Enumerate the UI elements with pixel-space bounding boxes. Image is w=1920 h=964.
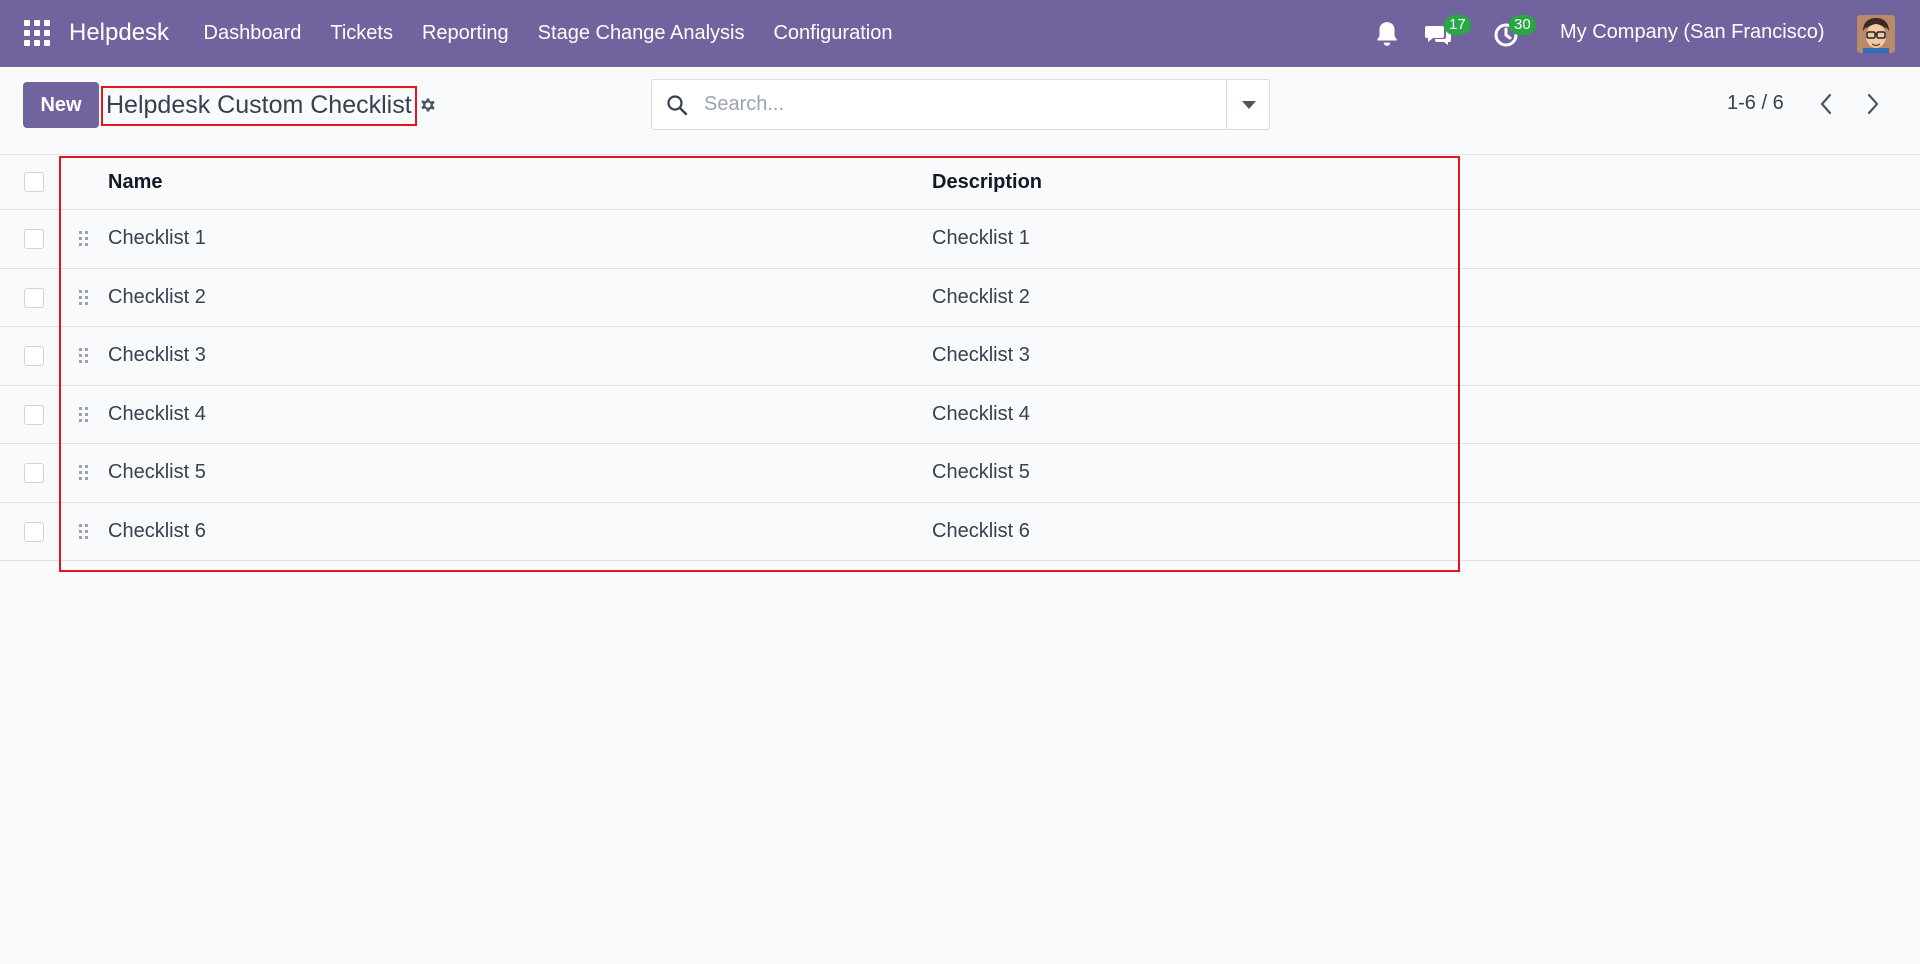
column-header-name[interactable]: Name xyxy=(108,171,162,194)
search-icon xyxy=(667,95,688,116)
app-brand[interactable]: Helpdesk xyxy=(69,19,169,47)
cell-description: Checklist 6 xyxy=(932,519,1030,542)
cell-description: Checklist 3 xyxy=(932,344,1030,366)
bell-icon[interactable] xyxy=(1374,20,1400,48)
table-header-row: Name Description xyxy=(0,155,1920,210)
cell-name: Checklist 1 xyxy=(108,227,206,249)
row-checkbox[interactable] xyxy=(24,521,44,542)
new-button[interactable]: New xyxy=(23,82,99,128)
main-menu: Dashboard Tickets Reporting Stage Change… xyxy=(189,0,907,67)
gear-icon[interactable] xyxy=(418,95,438,115)
table-row[interactable]: Checklist 3 Checklist 3 xyxy=(0,327,1920,386)
checklist-table: Name Description Checklist 1 Checklist 1… xyxy=(0,155,1920,561)
table-row[interactable]: Checklist 2 Checklist 2 xyxy=(0,269,1920,327)
row-checkbox[interactable] xyxy=(24,404,44,425)
cell-description: Checklist 4 xyxy=(932,402,1030,425)
pager-value[interactable]: 1-6 / 6 xyxy=(1727,92,1784,115)
table-row[interactable]: Checklist 4 Checklist 4 xyxy=(0,386,1920,444)
cell-name: Checklist 5 xyxy=(108,461,206,483)
menu-item-tickets[interactable]: Tickets xyxy=(316,22,408,45)
cell-description: Checklist 2 xyxy=(932,285,1030,308)
messages-count-badge: 17 xyxy=(1444,15,1471,35)
cell-name: Checklist 2 xyxy=(108,285,206,308)
menu-item-dashboard[interactable]: Dashboard xyxy=(189,22,316,45)
company-switcher[interactable]: My Company (San Francisco) xyxy=(1560,21,1825,44)
cell-name: Checklist 6 xyxy=(108,519,206,542)
chevron-left-icon[interactable] xyxy=(1815,91,1837,117)
menu-item-reporting[interactable]: Reporting xyxy=(407,22,523,45)
top-navbar: Helpdesk Dashboard Tickets Reporting Sta… xyxy=(0,0,1920,67)
cell-description: Checklist 1 xyxy=(932,227,1030,249)
table-row[interactable]: Checklist 6 Checklist 6 xyxy=(0,503,1920,561)
avatar[interactable] xyxy=(1857,15,1895,53)
row-checkbox[interactable] xyxy=(24,287,44,308)
select-all-checkbox[interactable] xyxy=(24,172,44,192)
page-title: Helpdesk Custom Checklist xyxy=(101,86,417,126)
apps-grid-icon[interactable] xyxy=(24,20,50,46)
caret-down-icon[interactable] xyxy=(1226,80,1269,129)
cell-name: Checklist 4 xyxy=(108,402,206,425)
activities-count-badge: 30 xyxy=(1509,15,1536,35)
menu-item-stage-change-analysis[interactable]: Stage Change Analysis xyxy=(523,22,759,45)
table-row[interactable]: Checklist 5 Checklist 5 xyxy=(0,444,1920,503)
drag-handle-icon[interactable] xyxy=(78,405,90,425)
table-row[interactable]: Checklist 1 Checklist 1 xyxy=(0,210,1920,269)
chevron-right-icon[interactable] xyxy=(1862,91,1884,117)
drag-handle-icon[interactable] xyxy=(78,522,90,542)
row-checkbox[interactable] xyxy=(24,346,44,366)
search-input[interactable] xyxy=(704,86,1204,122)
row-checkbox[interactable] xyxy=(24,463,44,483)
drag-handle-icon[interactable] xyxy=(78,288,90,308)
column-header-description[interactable]: Description xyxy=(932,171,1042,194)
search-bar xyxy=(651,79,1270,130)
drag-handle-icon[interactable] xyxy=(78,463,90,483)
drag-handle-icon[interactable] xyxy=(78,346,90,366)
cell-name: Checklist 3 xyxy=(108,344,206,366)
drag-handle-icon[interactable] xyxy=(78,229,90,249)
control-panel: New Helpdesk Custom Checklist 1-6 / 6 xyxy=(0,67,1920,155)
menu-item-configuration[interactable]: Configuration xyxy=(759,22,907,45)
row-checkbox[interactable] xyxy=(24,229,44,249)
cell-description: Checklist 5 xyxy=(932,461,1030,483)
